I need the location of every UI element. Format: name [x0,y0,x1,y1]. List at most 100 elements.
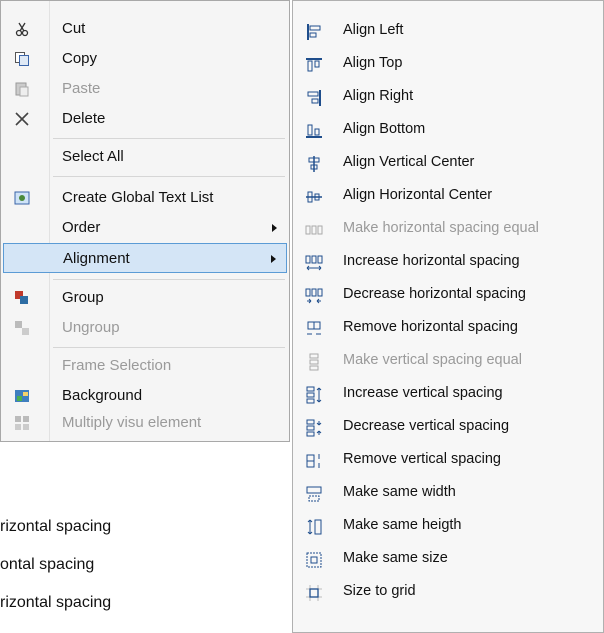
submenu-item-label: Align Bottom [343,121,426,137]
menu-item-label: Copy [62,50,98,67]
submenu-item-label: Align Right [343,88,414,104]
menu-item-frame-selection[interactable]: Frame Selection [3,351,287,381]
menu-item-label: Multiply visu element [62,414,202,431]
copy-icon [13,50,31,68]
align-vertical-center-icon [305,153,323,172]
increase-vertical-spacing-icon [305,384,323,404]
submenu-item-align-right[interactable]: Align Right [295,80,601,112]
menu-item-label: Paste [62,80,101,97]
increase-horizontal-spacing-icon [305,252,323,271]
menu-item-select-all[interactable]: Select All [3,142,287,172]
submenu-item-label: Align Vertical Center [343,154,475,170]
menu-item-paste[interactable]: Paste [3,74,287,104]
size-to-grid-icon [305,582,323,601]
submenu-item-decrease-vertical-spacing[interactable]: Decrease vertical spacing [295,410,601,442]
background-text-line: rizontal spacing [0,594,112,611]
submenu-item-size-to-grid[interactable]: Size to grid [295,575,601,607]
submenu-item-label: Make horizontal spacing equal [343,220,539,236]
submenu-arrow-icon [271,255,276,263]
menu-item-label: Delete [62,110,106,127]
context-menu: Cut Copy Paste Delete Select All Create … [0,0,290,442]
multiply-icon [13,414,31,432]
menu-item-copy[interactable]: Copy [3,44,287,74]
align-left-icon [305,21,323,40]
group-icon [13,289,31,307]
menu-separator [53,347,285,348]
menu-separator [53,176,285,177]
make-same-height-icon [305,516,323,535]
submenu-item-make-same-width[interactable]: Make same width [295,476,601,508]
menu-item-label: Select All [62,148,124,165]
submenu-item-label: Make same heigth [343,517,462,533]
menu-item-label: Background [62,387,143,404]
menu-item-label: Alignment [63,250,130,267]
menu-item-delete[interactable]: Delete [3,104,287,134]
submenu-item-label: Align Horizontal Center [343,187,493,203]
submenu-item-label: Size to grid [343,583,416,599]
menu-item-label: Order [62,219,101,236]
background-text-line: rizontal spacing [0,518,112,535]
background-icon [13,387,31,405]
submenu-item-label: Decrease vertical spacing [343,418,510,434]
submenu-item-label: Decrease horizontal spacing [343,286,526,302]
submenu-item-decrease-horizontal-spacing[interactable]: Decrease horizontal spacing [295,278,601,310]
submenu-item-align-vertical-center[interactable]: Align Vertical Center [295,146,601,178]
submenu-item-label: Remove horizontal spacing [343,319,518,335]
align-top-icon [305,54,323,72]
menu-item-background[interactable]: Background [3,381,287,411]
decrease-horizontal-spacing-icon [305,285,323,304]
scissors-icon [13,20,31,38]
paste-icon [13,80,31,98]
menu-item-label: Cut [62,20,86,37]
menu-item-multiply-visu-element[interactable]: Multiply visu element [3,408,287,438]
submenu-item-remove-vertical-spacing[interactable]: Remove vertical spacing [295,443,601,475]
submenu-item-make-horizontal-spacing-equal[interactable]: Make horizontal spacing equal [295,212,601,244]
menu-item-label: Group [62,289,104,306]
submenu-item-label: Remove vertical spacing [343,451,501,467]
submenu-item-increase-vertical-spacing[interactable]: Increase vertical spacing [295,377,601,409]
menu-item-label: Ungroup [62,319,120,336]
decrease-vertical-spacing-icon [305,417,323,437]
submenu-item-label: Align Top [343,55,403,71]
submenu-item-label: Increase horizontal spacing [343,253,520,269]
remove-vertical-spacing-icon [305,450,323,468]
menu-item-label: Create Global Text List [62,189,214,206]
ungroup-icon [13,319,31,337]
submenu-item-make-vertical-spacing-equal[interactable]: Make vertical spacing equal [295,344,601,376]
submenu-item-align-top[interactable]: Align Top [295,47,601,79]
align-bottom-icon [305,120,323,138]
submenu-item-align-horizontal-center[interactable]: Align Horizontal Center [295,179,601,211]
background-text-line: ontal spacing [0,556,95,573]
menu-item-cut[interactable]: Cut [3,14,287,44]
make-same-width-icon [305,483,323,502]
global-text-list-icon [13,189,31,207]
remove-horizontal-spacing-icon [305,318,323,336]
submenu-item-make-same-heigth[interactable]: Make same heigth [295,509,601,541]
submenu-arrow-icon [272,224,277,232]
submenu-item-align-left[interactable]: Align Left [295,14,601,46]
submenu-item-make-same-size[interactable]: Make same size [295,542,601,574]
submenu-item-label: Make vertical spacing equal [343,352,522,368]
horizontal-spacing-equal-icon [305,219,323,237]
submenu-item-label: Make same width [343,484,456,500]
submenu-item-increase-horizontal-spacing[interactable]: Increase horizontal spacing [295,245,601,277]
vertical-spacing-equal-icon [305,351,323,371]
delete-x-icon [13,110,31,128]
submenu-item-align-bottom[interactable]: Align Bottom [295,113,601,145]
align-right-icon [305,87,323,106]
menu-item-group[interactable]: Group [3,283,287,313]
menu-separator [53,279,285,280]
submenu-item-remove-horizontal-spacing[interactable]: Remove horizontal spacing [295,311,601,343]
menu-item-order[interactable]: Order [3,213,287,243]
menu-item-label: Frame Selection [62,357,172,374]
submenu-item-label: Align Left [343,22,404,38]
menu-item-create-global-text-list[interactable]: Create Global Text List [3,183,287,213]
submenu-item-label: Make same size [343,550,448,566]
submenu-item-label: Increase vertical spacing [343,385,503,401]
alignment-submenu: Align Left Align Top Align Right Align B… [292,0,604,633]
menu-item-ungroup[interactable]: Ungroup [3,313,287,343]
menu-separator [53,138,285,139]
make-same-size-icon [305,549,323,568]
align-horizontal-center-icon [305,186,323,204]
menu-item-alignment[interactable]: Alignment [3,243,287,273]
